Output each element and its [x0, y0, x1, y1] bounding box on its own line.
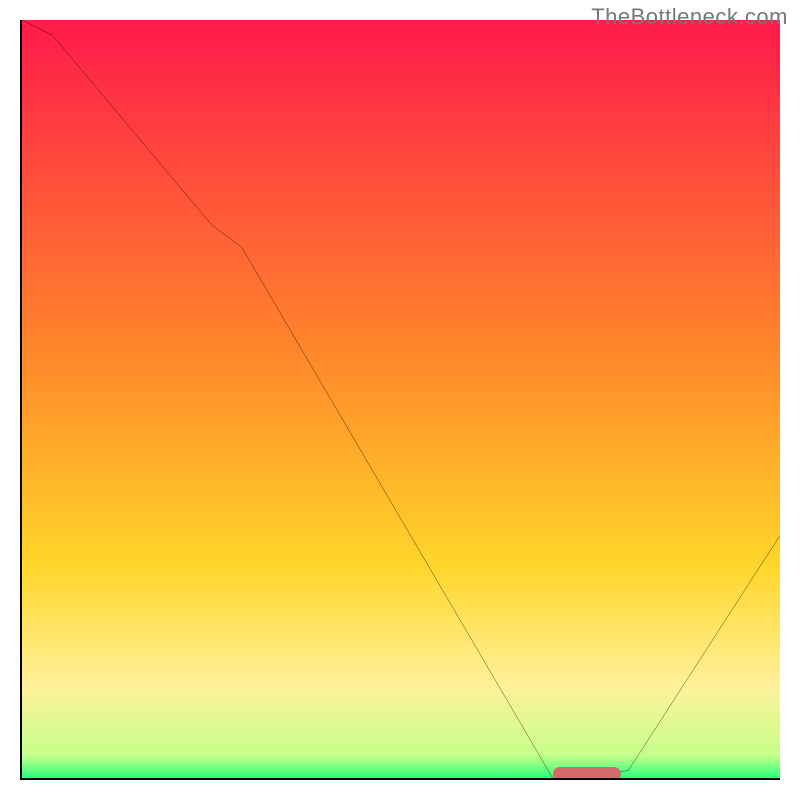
bottleneck-curve	[22, 20, 780, 778]
attribution-text: TheBottleneck.com	[591, 4, 788, 30]
optimal-marker	[553, 767, 621, 780]
plot-area	[20, 20, 780, 780]
